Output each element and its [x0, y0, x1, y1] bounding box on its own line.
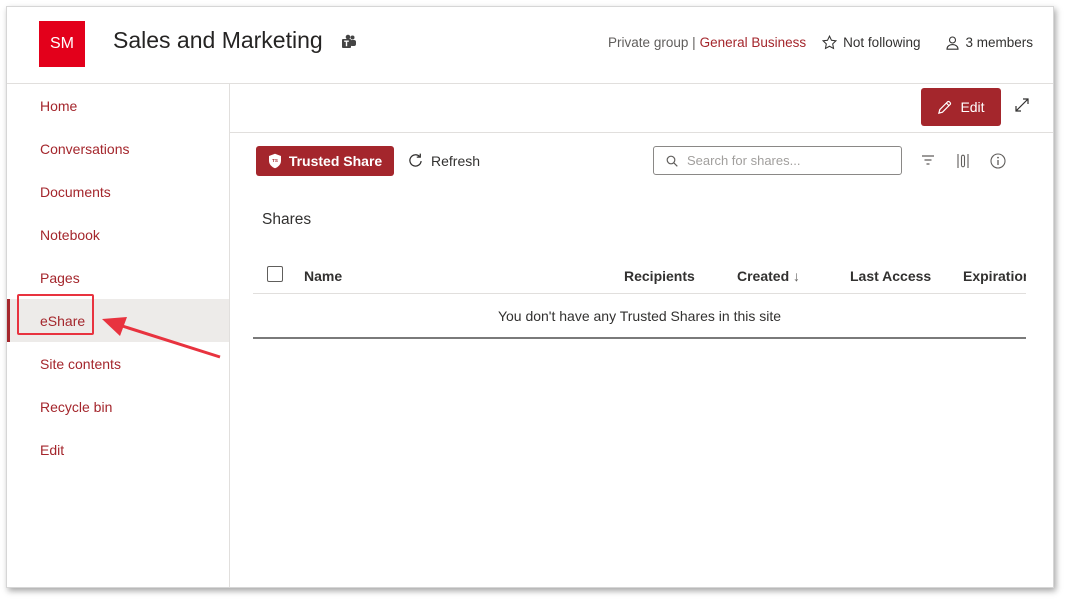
nav-item-recycle-bin[interactable]: Recycle bin	[7, 385, 229, 428]
site-title[interactable]: Sales and Marketing	[113, 27, 323, 54]
follow-button[interactable]: Not following	[822, 35, 920, 50]
nav-item-notebook[interactable]: Notebook	[7, 213, 229, 256]
arrow-icon	[102, 317, 221, 359]
column-header-last-access[interactable]: Last Access	[850, 268, 931, 284]
info-icon[interactable]	[990, 153, 1006, 169]
follow-label: Not following	[843, 35, 921, 50]
column-header-created[interactable]: Created ↓	[737, 268, 800, 284]
classification-link[interactable]: General Business	[700, 35, 807, 50]
site-logo[interactable]: SM	[39, 21, 85, 67]
nav-item-label: Notebook	[40, 226, 100, 243]
empty-state-message: You don't have any Trusted Shares in thi…	[253, 294, 1026, 339]
sharepoint-window: SM Sales and Marketing Private group | G…	[6, 6, 1054, 588]
shares-table-header: Name Recipients Created ↓ Last Access Ex…	[253, 257, 1026, 294]
refresh-button[interactable]: Refresh	[407, 152, 480, 169]
column-header-recipients[interactable]: Recipients	[624, 268, 695, 284]
shield-icon: TS	[268, 153, 281, 169]
site-header: SM Sales and Marketing Private group | G…	[7, 7, 1053, 84]
pencil-icon	[938, 100, 952, 114]
edit-label: Edit	[960, 99, 985, 115]
svg-text:TS: TS	[272, 158, 278, 163]
nav-item-home[interactable]: Home	[7, 84, 229, 127]
column-header-name[interactable]: Name	[304, 268, 342, 284]
select-all-checkbox[interactable]	[267, 266, 283, 282]
refresh-label: Refresh	[431, 152, 481, 169]
page-command-bar: Edit	[230, 84, 1053, 133]
privacy-label: Private group |	[608, 35, 696, 50]
nav-item-label: Conversations	[40, 140, 130, 157]
nav-item-label: Home	[40, 97, 78, 114]
members-label: 3 members	[965, 35, 1033, 50]
column-header-created-label: Created	[737, 268, 790, 284]
nav-item-edit[interactable]: Edit	[7, 428, 229, 471]
columns-icon[interactable]	[955, 153, 971, 169]
nav-item-label: Edit	[40, 441, 65, 458]
teams-icon[interactable]	[341, 34, 357, 50]
expand-icon[interactable]	[1014, 97, 1030, 113]
shares-heading: Shares	[262, 211, 312, 228]
nav-item-label: Recycle bin	[40, 398, 113, 415]
eshare-callout-box	[17, 294, 94, 335]
nav-item-documents[interactable]: Documents	[7, 170, 229, 213]
nav-item-label: Documents	[40, 183, 111, 200]
edit-page-button[interactable]: Edit	[921, 88, 1001, 126]
members-button[interactable]: 3 members	[946, 35, 1033, 50]
person-icon	[946, 35, 960, 50]
nav-item-label: Pages	[40, 269, 80, 286]
filter-icon[interactable]	[921, 153, 935, 167]
search-input[interactable]	[685, 152, 889, 169]
star-icon	[822, 35, 838, 50]
nav-item-conversations[interactable]: Conversations	[7, 127, 229, 170]
trusted-share-label: Trusted Share	[288, 153, 383, 169]
refresh-icon	[409, 153, 422, 167]
search-box[interactable]	[653, 146, 902, 175]
nav-item-pages[interactable]: Pages	[7, 256, 229, 299]
column-header-expiration[interactable]: Expiration	[963, 268, 1026, 284]
sort-down-icon: ↓	[793, 268, 801, 284]
trusted-share-button[interactable]: TS Trusted Share	[256, 146, 394, 176]
search-icon	[666, 155, 678, 167]
